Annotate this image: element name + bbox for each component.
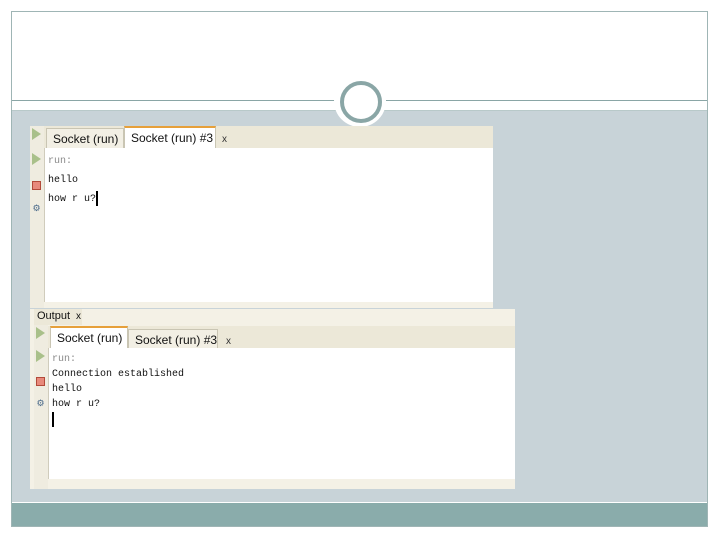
text-cursor — [96, 190, 99, 206]
debug-icon[interactable]: ⚙ — [35, 398, 46, 409]
text-cursor — [52, 412, 54, 427]
tab-socket-run[interactable]: Socket (run)x — [46, 128, 132, 148]
console-line: run: — [52, 354, 77, 365]
console-gutter: ⚙ — [30, 126, 44, 308]
console-line: Connection established — [52, 369, 185, 380]
close-icon[interactable]: x — [76, 311, 81, 322]
stop-icon[interactable] — [32, 181, 41, 190]
tab-label: Socket (run) — [57, 331, 123, 345]
console-gutter: ⚙ — [34, 325, 48, 489]
tab-label: Socket (run) #3 — [135, 333, 218, 347]
rerun-icon[interactable] — [36, 350, 45, 362]
close-icon[interactable]: x — [226, 336, 231, 347]
tab-strip: Socket (run)x Socket (run) #3 x — [48, 326, 515, 349]
tab-socket-run-3[interactable]: Socket (run) #3 x — [124, 126, 227, 148]
slide-footer-bar — [12, 503, 707, 526]
console-line: how r u? — [52, 399, 101, 410]
decorative-ring-icon — [340, 81, 382, 123]
top-output-panel: ⚙ Socket (run)x Socket (run) #3 x run: he… — [30, 126, 493, 308]
console-line: hello — [52, 384, 83, 395]
play-arrow-icon[interactable] — [32, 128, 41, 140]
tab-socket-run-3[interactable]: Socket (run) #3 x — [128, 329, 231, 349]
console-line: run: — [48, 156, 73, 167]
tab-socket-run[interactable]: Socket (run)x — [50, 326, 136, 348]
rerun-icon[interactable] — [32, 153, 41, 165]
console-line: how r u? — [48, 190, 493, 209]
bottom-output-panel: Outputx ⚙ Socket (run)x Socket (run) #3x… — [30, 309, 515, 489]
tab-strip: Socket (run)x Socket (run) #3 x — [44, 126, 493, 148]
tab-label: Socket (run) #3 — [131, 131, 214, 145]
tab-label: Socket (run) — [53, 132, 119, 146]
debug-icon[interactable]: ⚙ — [31, 203, 42, 214]
output-window-header[interactable]: Output x — [34, 309, 82, 325]
stop-icon[interactable] — [36, 377, 45, 386]
console-line — [52, 412, 515, 430]
console-line: hello — [48, 175, 79, 186]
play-arrow-icon[interactable] — [36, 327, 45, 339]
console-output[interactable]: run: Connection established hello how r … — [48, 348, 515, 479]
output-title: Output — [37, 310, 71, 322]
close-icon[interactable]: x — [222, 134, 227, 145]
console-output[interactable]: run: hello how r u? — [44, 148, 493, 302]
